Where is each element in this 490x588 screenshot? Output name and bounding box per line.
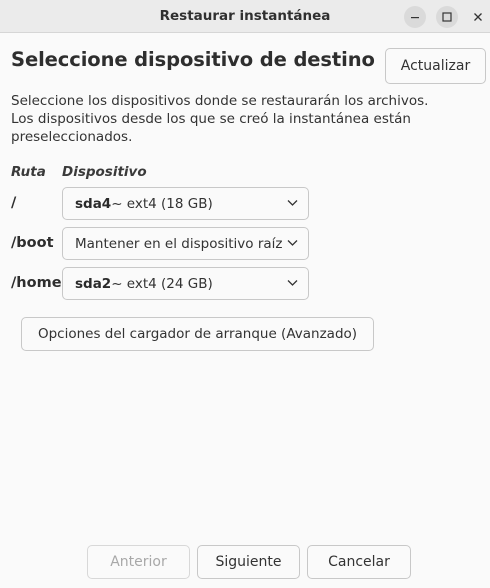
device-detail: ~ ext4 (18 GB) bbox=[111, 195, 213, 212]
page-title: Seleccione dispositivo de destino bbox=[11, 48, 375, 71]
path-label-root: / bbox=[11, 195, 17, 211]
device-dropdown-home[interactable]: sda2 ~ ext4 (24 GB) bbox=[62, 267, 309, 300]
description-text: Seleccione los dispositivos donde se res… bbox=[11, 92, 481, 146]
path-label-boot: /boot bbox=[11, 235, 54, 251]
restore-snapshot-window: Restaurar instantánea Seleccione disposi… bbox=[0, 0, 490, 588]
chevron-down-icon bbox=[287, 280, 298, 286]
chevron-down-icon bbox=[287, 200, 298, 206]
column-header-device: Dispositivo bbox=[62, 164, 147, 180]
maximize-button[interactable] bbox=[436, 6, 458, 28]
cancel-button[interactable]: Cancelar bbox=[307, 545, 411, 579]
next-button[interactable]: Siguiente bbox=[197, 545, 300, 579]
bootloader-options-button[interactable]: Opciones del cargador de arranque (Avanz… bbox=[21, 317, 374, 351]
device-name: sda4 bbox=[75, 195, 112, 212]
device-name: sda2 bbox=[75, 275, 112, 292]
maximize-icon bbox=[442, 12, 452, 22]
previous-button[interactable]: Anterior bbox=[87, 545, 190, 579]
column-header-path: Ruta bbox=[11, 164, 46, 180]
description-line: Seleccione los dispositivos donde se res… bbox=[11, 93, 429, 109]
close-button[interactable] bbox=[467, 6, 489, 28]
minimize-button[interactable] bbox=[404, 6, 426, 28]
minimize-icon bbox=[411, 17, 419, 19]
device-detail: ~ ext4 (24 GB) bbox=[111, 275, 213, 292]
device-dropdown-root[interactable]: sda4 ~ ext4 (18 GB) bbox=[62, 187, 309, 220]
description-line: preseleccionados. bbox=[11, 129, 133, 145]
refresh-button[interactable]: Actualizar bbox=[385, 48, 486, 84]
close-icon bbox=[474, 13, 482, 21]
device-detail: Mantener en el dispositivo raíz bbox=[75, 235, 283, 252]
title-bar[interactable]: Restaurar instantánea bbox=[0, 0, 490, 33]
chevron-down-icon bbox=[287, 239, 298, 247]
device-dropdown-boot[interactable]: Mantener en el dispositivo raíz bbox=[62, 227, 309, 260]
path-label-home: /home bbox=[11, 275, 62, 291]
description-line: Los dispositivos desde los que se creó l… bbox=[11, 111, 411, 127]
